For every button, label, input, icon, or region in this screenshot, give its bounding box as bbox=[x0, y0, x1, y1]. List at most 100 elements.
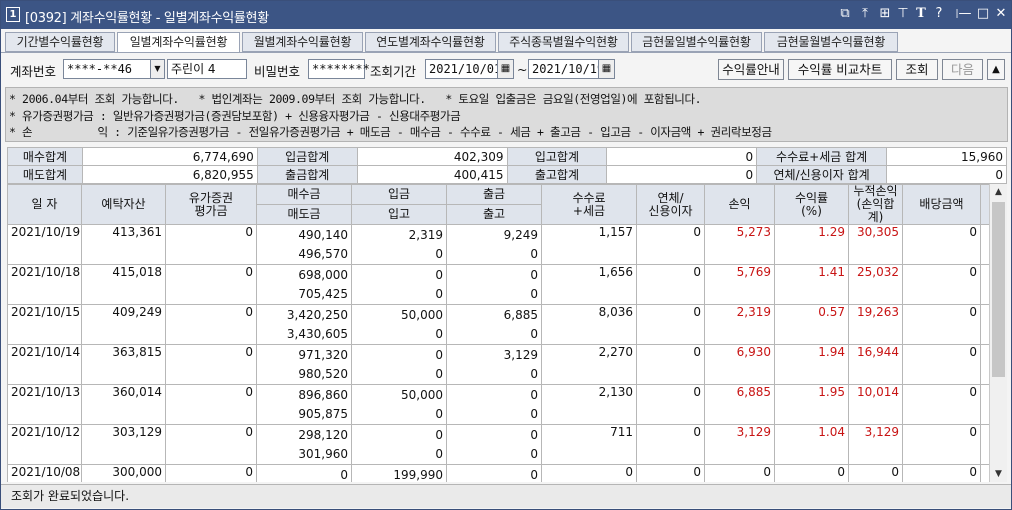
col-header-dividend[interactable]: 배당금액 bbox=[902, 184, 981, 225]
vertical-scrollbar[interactable]: ▲ ▼ bbox=[989, 184, 1007, 482]
col-header-securities-value[interactable]: 유가증권 평가금 bbox=[165, 184, 257, 225]
main-window: 1 [0392] 계좌수익률현황 - 일별계좌수익률현황 ⧉ ⤒ ⊞ ⊤ T ?… bbox=[0, 0, 1012, 510]
calendar-from-icon[interactable]: ▦ bbox=[497, 59, 514, 79]
col-header-cumulative-pnl[interactable]: 누적손익 (손익합계) bbox=[848, 184, 903, 225]
table-row[interactable]: 2021/10/12 303,129 0 298,120 0 0 711 0 3,129 1.04… bbox=[7, 424, 989, 465]
cell-securities: 0 bbox=[165, 384, 257, 425]
calendar-to-icon[interactable]: ▦ bbox=[598, 59, 615, 79]
date-to-field[interactable]: 2021/10/19 bbox=[528, 59, 604, 79]
table-row[interactable]: 2021/10/08 300,000 0 0 199,990 0 0 0 0 0 0 0 bbox=[7, 464, 989, 482]
table-row[interactable]: 2021/10/19 413,361 0 490,140 2,319 9,249 1,157… bbox=[7, 224, 989, 265]
col-header-stock-in[interactable]: 입고 bbox=[351, 204, 447, 225]
col-header-date[interactable]: 일 자 bbox=[7, 184, 82, 225]
cell-deposit: 413,361 bbox=[81, 224, 166, 265]
cell-in-cash: 0 bbox=[351, 424, 447, 445]
tab-daily-account-return[interactable]: 일별계좌수익률현황 bbox=[117, 32, 240, 53]
table-row[interactable]: 2021/10/18 415,018 0 698,000 0 0 1,656 0 5,769 1.… bbox=[7, 264, 989, 305]
cell-fee: 1,656 bbox=[541, 264, 637, 305]
password-label: 비밀번호 bbox=[254, 64, 301, 79]
scroll-up-icon[interactable]: ▲ bbox=[990, 184, 1007, 200]
col-header-cash-out[interactable]: 출금 bbox=[446, 184, 542, 205]
cell-cum: 19,263 bbox=[848, 304, 903, 345]
col-header-cash-in[interactable]: 입금 bbox=[351, 184, 447, 205]
next-button[interactable]: 다음 bbox=[942, 59, 983, 80]
cell-date: 2021/10/19 bbox=[7, 224, 82, 265]
scroll-down-icon[interactable]: ▼ bbox=[990, 466, 1007, 482]
daily-return-grid[interactable]: 일 자 예탁자산 유가증권 평가금 매수금 입금 출금 수수료 +세금 연체/ … bbox=[7, 184, 989, 482]
summary-row: 매수합계 6,774,690 입금합계 402,309 입고합계 0 수수료+세… bbox=[7, 147, 1007, 166]
cell-out-cash: 0 bbox=[446, 264, 542, 285]
tab-monthly-account-return[interactable]: 월별계좌수익률현황 bbox=[242, 32, 363, 52]
cell-buy: 3,420,250 bbox=[256, 304, 352, 325]
collapse-up-icon[interactable]: ▲ bbox=[987, 59, 1005, 80]
cell-out-cash: 0 bbox=[446, 424, 542, 445]
cell-rate: 1.41 bbox=[774, 264, 849, 305]
pin-icon[interactable]: ⊤ bbox=[895, 6, 911, 22]
scroll-thumb[interactable] bbox=[992, 202, 1005, 377]
layout-icon[interactable]: ⊞ bbox=[877, 6, 893, 22]
text-icon[interactable]: T bbox=[913, 6, 929, 22]
col-header-sell-amount[interactable]: 매도금 bbox=[256, 204, 352, 225]
maximize-icon[interactable]: □ bbox=[975, 6, 991, 22]
date-from-field[interactable]: 2021/10/01 bbox=[425, 59, 501, 79]
summary-label: 입고합계 bbox=[506, 147, 608, 166]
cell-out-stock: 0 bbox=[446, 364, 542, 385]
account-dropdown-arrow[interactable]: ▼ bbox=[150, 59, 165, 79]
cell-date: 2021/10/08 bbox=[7, 464, 82, 482]
cell-spacer bbox=[980, 264, 989, 305]
summary-value: 6,820,955 bbox=[81, 165, 258, 184]
help-icon[interactable]: ? bbox=[931, 6, 947, 22]
tab-stock-monthly-return[interactable]: 주식종목별월수익현황 bbox=[498, 32, 629, 52]
col-header-fee-tax[interactable]: 수수료 +세금 bbox=[541, 184, 637, 225]
table-row[interactable]: 2021/10/13 360,014 0 896,860 50,000 0 2,130 0 6,… bbox=[7, 384, 989, 425]
cell-sell: 301,960 bbox=[256, 444, 352, 465]
close-icon[interactable]: ✕ bbox=[993, 6, 1009, 22]
return-compare-chart-button[interactable]: 수익률 비교차트 bbox=[788, 59, 892, 80]
col-header-deposit-assets[interactable]: 예탁자산 bbox=[81, 184, 166, 225]
cell-pnl: 6,930 bbox=[704, 344, 775, 385]
cell-dividend: 0 bbox=[902, 464, 981, 482]
cell-out-stock: 0 bbox=[446, 324, 542, 345]
cell-fee: 2,130 bbox=[541, 384, 637, 425]
notes-panel: * 2006.04부터 조회 가능합니다. * 법인계좌는 2009.09부터 … bbox=[5, 87, 1008, 142]
summary-value: 402,309 bbox=[356, 147, 508, 166]
grid-body: 2021/10/19 413,361 0 490,140 2,319 9,249 1,157… bbox=[7, 224, 989, 482]
cell-dividend: 0 bbox=[902, 224, 981, 265]
title-bar[interactable]: 1 [0392] 계좌수익률현황 - 일별계좌수익률현황 ⧉ ⤒ ⊞ ⊤ T ?… bbox=[1, 1, 1011, 29]
tab-period-return[interactable]: 기간별수익률현황 bbox=[5, 32, 115, 52]
tab-gold-daily-return[interactable]: 금현물일별수익률현황 bbox=[631, 32, 762, 52]
cell-in-cash: 50,000 bbox=[351, 384, 447, 405]
link-icon[interactable]: ⧉ bbox=[837, 6, 853, 22]
password-field[interactable]: ******** bbox=[308, 59, 370, 79]
cell-in-stock: 0 bbox=[351, 244, 447, 265]
cell-securities: 0 bbox=[165, 344, 257, 385]
col-header-profit-loss[interactable]: 손익 bbox=[704, 184, 775, 225]
daily-return-table: 일 자 예탁자산 유가증권 평가금 매수금 입금 출금 수수료 +세금 연체/ … bbox=[7, 184, 989, 482]
cell-securities: 0 bbox=[165, 224, 257, 265]
cell-fee: 2,270 bbox=[541, 344, 637, 385]
cell-date: 2021/10/18 bbox=[7, 264, 82, 305]
cell-out-stock: 0 bbox=[446, 284, 542, 305]
status-message: 조회가 완료되었습니다. bbox=[11, 489, 130, 503]
cell-rate: 1.29 bbox=[774, 224, 849, 265]
minimize-icon[interactable]: — bbox=[957, 6, 973, 22]
return-guide-button[interactable]: 수익률안내 bbox=[718, 59, 784, 80]
table-row[interactable]: 2021/10/15 409,249 0 3,420,250 50,000 6,885 8,… bbox=[7, 304, 989, 345]
cell-securities: 0 bbox=[165, 424, 257, 465]
account-holder-field: 주린이 4 bbox=[167, 59, 247, 79]
cell-buy: 0 bbox=[256, 464, 352, 482]
col-header-return-rate[interactable]: 수익률 (%) bbox=[774, 184, 849, 225]
tab-yearly-account-return[interactable]: 연도별계좌수익률현황 bbox=[365, 32, 496, 52]
account-number-field[interactable]: ****-**46 bbox=[63, 59, 151, 79]
tab-gold-monthly-return[interactable]: 금현물월별수익률현황 bbox=[764, 32, 898, 52]
search-button[interactable]: 조회 bbox=[896, 59, 938, 80]
col-header-stock-out[interactable]: 출고 bbox=[446, 204, 542, 225]
cell-out-cash: 3,129 bbox=[446, 344, 542, 365]
col-header-interest[interactable]: 연체/ 신용이자 bbox=[636, 184, 705, 225]
account-label: 계좌번호 bbox=[10, 64, 57, 79]
send-up-icon[interactable]: ⤒ bbox=[857, 6, 873, 22]
col-header-buy-amount[interactable]: 매수금 bbox=[256, 184, 352, 205]
cell-deposit: 363,815 bbox=[81, 344, 166, 385]
cell-spacer bbox=[980, 424, 989, 465]
table-row[interactable]: 2021/10/14 363,815 0 971,320 0 3,129 2,270 0 6,9… bbox=[7, 344, 989, 385]
